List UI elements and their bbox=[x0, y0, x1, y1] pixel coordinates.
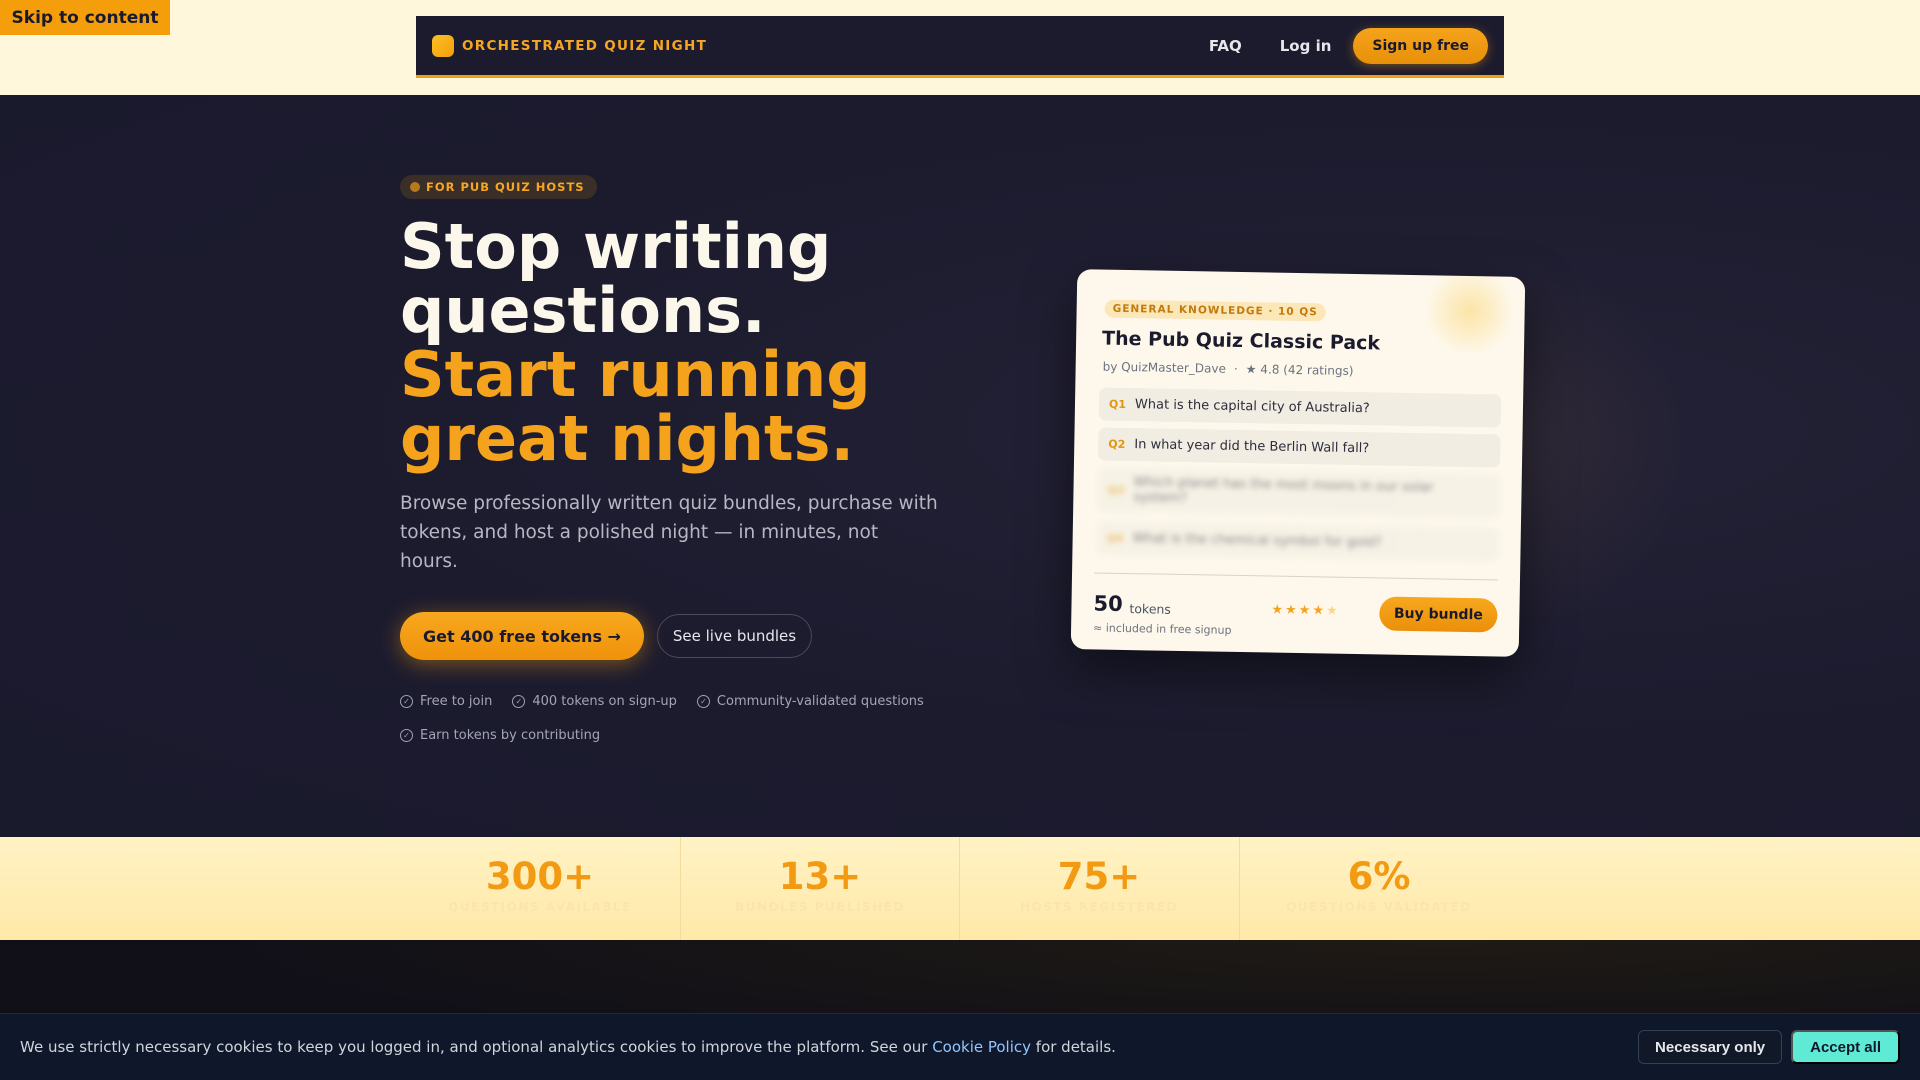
question-row: Q1 What is the capital city of Australia… bbox=[1098, 387, 1502, 428]
price-note: ≈ included in free signup bbox=[1092, 621, 1232, 637]
hero-section: FOR PUB QUIZ HOSTS Stop writing question… bbox=[0, 95, 1920, 837]
card-orb-decoration bbox=[1423, 269, 1516, 357]
check-circle-icon: ✓ bbox=[512, 695, 526, 708]
badge-dot-icon bbox=[410, 182, 420, 192]
feature-label: Community-validated questions bbox=[716, 694, 924, 709]
feature-item: ✓ Community-validated questions bbox=[696, 693, 924, 710]
check-circle-icon: ✓ bbox=[400, 729, 413, 742]
brand[interactable]: ORCHESTRATED QUIZ NIGHT bbox=[432, 34, 708, 57]
audience-badge: FOR PUB QUIZ HOSTS bbox=[400, 175, 597, 199]
stars-filled-icon: ★★★★ bbox=[1271, 602, 1327, 619]
buy-bundle-button[interactable]: Buy bundle bbox=[1379, 596, 1498, 633]
signup-button[interactable]: Sign up free bbox=[1353, 27, 1488, 64]
card-divider bbox=[1094, 572, 1498, 581]
cookie-text-before: We use strictly necessary cookies to kee… bbox=[20, 1038, 933, 1056]
question-text: In what year did the Berlin Wall fall? bbox=[1134, 437, 1370, 457]
see-live-bundles-button[interactable]: See live bundles bbox=[657, 614, 812, 658]
question-text: Which planet has the most moons in our s… bbox=[1133, 475, 1434, 507]
nav-login-link[interactable]: Log in bbox=[1261, 37, 1351, 55]
hero-headline: Stop writing questions. Start running gr… bbox=[400, 215, 960, 471]
bundle-author: by QuizMaster_Dave bbox=[1102, 359, 1227, 376]
stat-label: BUNDLES PUBLISHED bbox=[735, 900, 905, 914]
check-circle-icon: ✓ bbox=[400, 695, 413, 708]
get-free-tokens-button[interactable]: Get 400 free tokens → bbox=[400, 612, 644, 660]
stat-value: 6% bbox=[1347, 855, 1411, 898]
feature-list: ✓ Free to join ✓ 400 tokens on sign-up ✓… bbox=[400, 693, 960, 744]
meta-separator: · bbox=[1233, 361, 1238, 376]
cookie-banner: We use strictly necessary cookies to kee… bbox=[0, 1013, 1920, 1080]
stat-bundles: 13+ BUNDLES PUBLISHED bbox=[680, 837, 960, 940]
stat-value: 75+ bbox=[1057, 855, 1141, 898]
feature-item: ✓ Earn tokens by contributing bbox=[400, 727, 600, 744]
stat-label: HOSTS REGISTERED bbox=[1019, 900, 1179, 914]
stat-validated: 6% QUESTIONS VALIDATED bbox=[1239, 837, 1519, 940]
brand-name: ORCHESTRATED QUIZ NIGHT bbox=[462, 37, 708, 54]
bundle-preview-card: GENERAL KNOWLEDGE · 10 QS The Pub Quiz C… bbox=[1070, 269, 1526, 657]
question-number: Q1 bbox=[1108, 397, 1127, 411]
feature-label: Free to join bbox=[420, 694, 493, 709]
stats-strip: 300+ QUESTIONS AVAILABLE 13+ BUNDLES PUB… bbox=[0, 837, 1920, 940]
bundle-category-tag: GENERAL KNOWLEDGE · 10 QS bbox=[1104, 299, 1326, 322]
stat-value: 300+ bbox=[485, 855, 595, 898]
skip-to-content-link[interactable]: Skip to content bbox=[0, 0, 170, 35]
feature-label: 400 tokens on sign-up bbox=[532, 694, 677, 709]
check-circle-icon: ✓ bbox=[696, 695, 710, 708]
question-number: Q3 bbox=[1107, 483, 1125, 497]
question-number: Q4 bbox=[1106, 531, 1124, 545]
star-empty-icon: ★ bbox=[1325, 603, 1340, 619]
feature-item: ✓ Free to join bbox=[400, 693, 492, 710]
headline-accent-line-2: great nights. bbox=[400, 402, 855, 475]
bundle-meta: by QuizMaster_Dave · ★ 4.8 (42 ratings) bbox=[1103, 360, 1354, 378]
accept-all-button[interactable]: Accept all bbox=[1791, 1030, 1900, 1064]
stat-label: QUESTIONS VALIDATED bbox=[1286, 900, 1472, 914]
nav-faq-link[interactable]: FAQ bbox=[1190, 37, 1261, 55]
star-rating: ★★★★★ bbox=[1271, 603, 1340, 619]
cookie-message: We use strictly necessary cookies to kee… bbox=[20, 1038, 1116, 1056]
main-navbar: ORCHESTRATED QUIZ NIGHT FAQ Log in Sign … bbox=[416, 16, 1504, 78]
cookie-actions: Necessary only Accept all bbox=[1638, 1030, 1900, 1064]
brand-logo-icon bbox=[432, 34, 454, 57]
question-row-locked: Q4 What is the chemical symbol for gold? bbox=[1096, 521, 1499, 562]
feature-item: ✓ 400 tokens on sign-up bbox=[512, 693, 677, 710]
nav-links: FAQ Log in Sign up free bbox=[1190, 27, 1488, 64]
question-number: Q2 bbox=[1108, 437, 1126, 451]
question-row-locked: Q3 Which planet has the most moons in ou… bbox=[1097, 467, 1500, 519]
bundle-rating: ★ 4.8 (42 ratings) bbox=[1245, 362, 1354, 378]
feature-label: Earn tokens by contributing bbox=[420, 728, 601, 743]
bundle-title: The Pub Quiz Classic Pack bbox=[1101, 327, 1381, 355]
stat-questions: 300+ QUESTIONS AVAILABLE bbox=[400, 837, 680, 940]
stat-value: 13+ bbox=[778, 855, 862, 898]
headline-line-2: questions. bbox=[400, 274, 766, 347]
cookie-text-after: for details. bbox=[1031, 1038, 1116, 1056]
bundle-price: 50 bbox=[1093, 591, 1123, 616]
badge-label: FOR PUB QUIZ HOSTS bbox=[426, 180, 585, 194]
stat-hosts: 75+ HOSTS REGISTERED bbox=[959, 837, 1239, 940]
question-text: What is the capital city of Australia? bbox=[1134, 397, 1370, 417]
headline-accent-line-1: Start running bbox=[400, 338, 871, 411]
hero-subtext: Browse professionally written quiz bundl… bbox=[400, 493, 938, 572]
headline-line-1: Stop writing bbox=[400, 210, 832, 283]
question-row: Q2 In what year did the Berlin Wall fall… bbox=[1098, 427, 1501, 468]
question-text: What is the chemical symbol for gold? bbox=[1132, 531, 1382, 551]
stat-label: QUESTIONS AVAILABLE bbox=[448, 900, 632, 914]
necessary-only-button[interactable]: Necessary only bbox=[1638, 1030, 1783, 1064]
cookie-policy-link[interactable]: Cookie Policy bbox=[932, 1038, 1031, 1056]
price-unit: tokens bbox=[1129, 601, 1172, 617]
